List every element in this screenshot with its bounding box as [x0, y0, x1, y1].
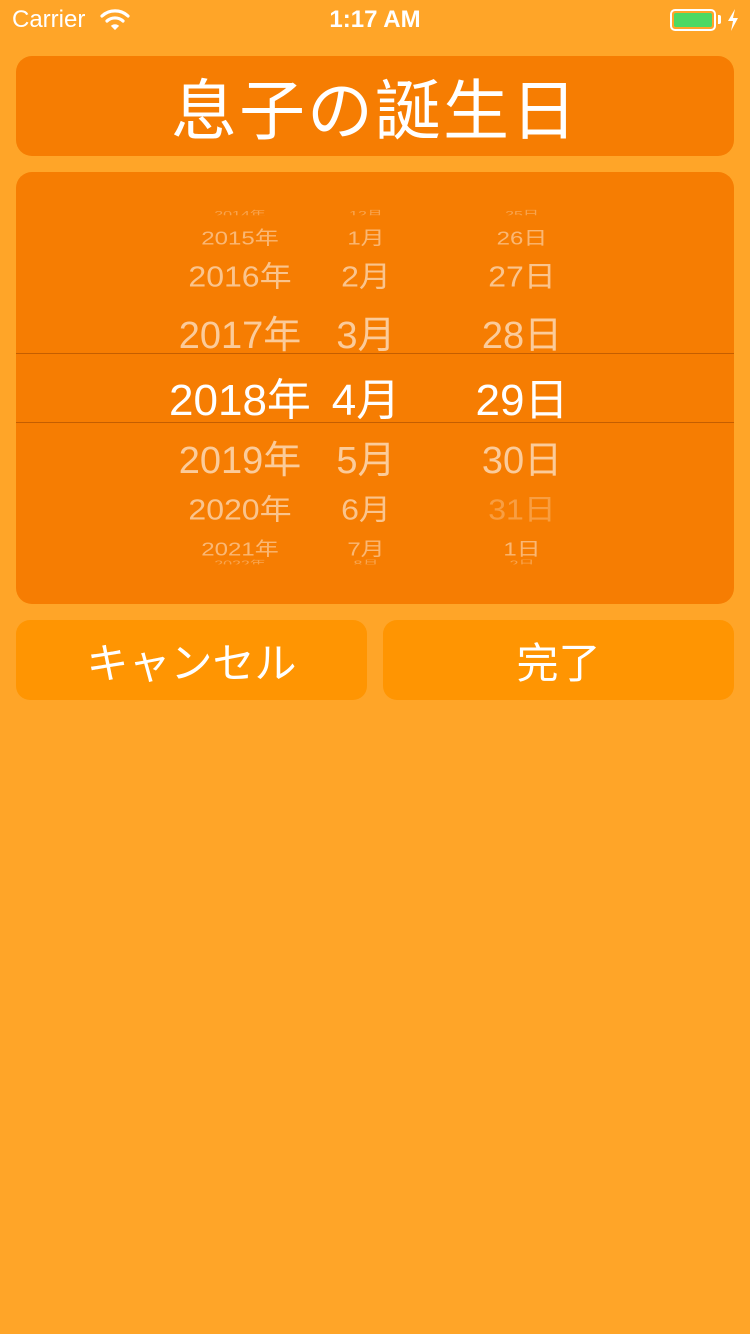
picker-month-item[interactable]: 8月	[316, 560, 416, 565]
picker-month-item[interactable]: 7月	[316, 534, 416, 561]
done-button[interactable]: 完了	[383, 620, 734, 700]
picker-month-item[interactable]: 12月	[316, 210, 416, 215]
status-bar: Carrier 1:17 AM	[0, 0, 750, 40]
picker-day-item-disabled[interactable]: 31日	[462, 487, 582, 528]
date-picker[interactable]: 2014年 2015年 2016年 2017年 2018年 2019年 2020…	[16, 172, 734, 604]
picker-day-item[interactable]: 2日	[462, 560, 582, 565]
picker-day-item[interactable]: 28日	[462, 304, 582, 359]
battery-icon	[670, 9, 716, 31]
picker-year-item[interactable]: 2019年	[156, 429, 324, 484]
cancel-button[interactable]: キャンセル	[16, 620, 367, 700]
picker-month-item[interactable]: 1月	[316, 223, 416, 250]
picker-day-item[interactable]: 30日	[462, 429, 582, 484]
picker-month-selected[interactable]: 4月	[316, 364, 416, 428]
picker-year-item[interactable]: 2017年	[156, 304, 324, 359]
picker-month-item[interactable]: 2月	[316, 254, 416, 295]
picker-year-selected[interactable]: 2018年	[156, 364, 324, 428]
clock-time: 1:17 AM	[329, 6, 421, 33]
cancel-button-label: キャンセル	[86, 639, 297, 687]
charging-bolt-icon	[726, 8, 740, 37]
picker-day-item[interactable]: 1日	[462, 534, 582, 561]
battery-tip	[718, 15, 721, 24]
picker-year-item[interactable]: 2021年	[156, 534, 324, 561]
picker-month-item[interactable]: 3月	[316, 304, 416, 359]
picker-year-item[interactable]: 2022年	[156, 560, 324, 565]
title-panel: 息子の誕生日	[16, 56, 734, 156]
picker-year-item[interactable]: 2020年	[156, 487, 324, 528]
done-button-label: 完了	[516, 639, 601, 687]
picker-year-item[interactable]: 2015年	[156, 223, 324, 250]
picker-month-item[interactable]: 6月	[316, 487, 416, 528]
picker-day-item[interactable]: 25日	[462, 210, 582, 215]
picker-year-item[interactable]: 2016年	[156, 254, 324, 295]
picker-month-item[interactable]: 5月	[316, 429, 416, 484]
picker-day-item[interactable]: 27日	[462, 254, 582, 295]
picker-day-selected[interactable]: 29日	[462, 364, 582, 428]
picker-year-item[interactable]: 2014年	[156, 210, 324, 215]
picker-day-item[interactable]: 26日	[462, 223, 582, 250]
page-title: 息子の誕生日	[171, 74, 579, 148]
